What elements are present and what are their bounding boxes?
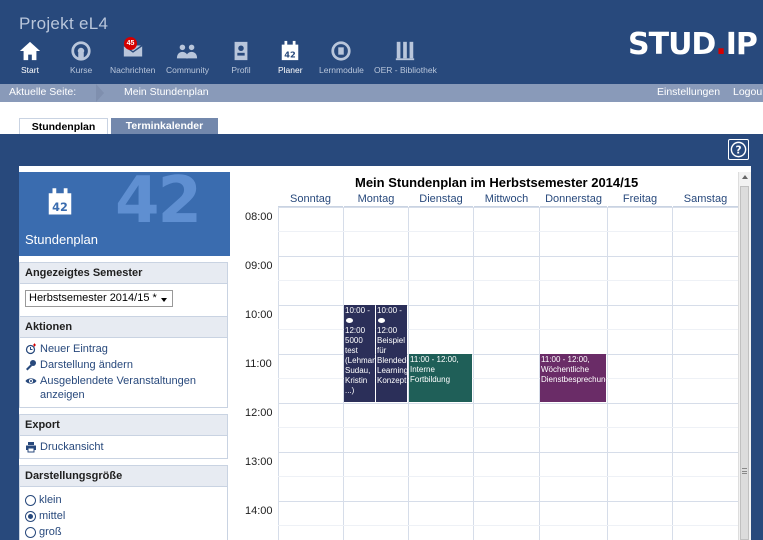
help-icon: ? xyxy=(730,141,747,158)
day-header-friday: Freitag xyxy=(608,192,672,207)
add-clock-icon xyxy=(25,343,36,355)
settings-link[interactable]: Einstellungen xyxy=(657,86,720,98)
print-view-link[interactable]: Druckansicht xyxy=(20,439,227,455)
logout-link[interactable]: Logou xyxy=(733,86,762,98)
day-header-thursday: Donnerstag xyxy=(540,192,607,207)
modules-icon xyxy=(331,41,352,61)
sidebar-header-number: 42 xyxy=(115,172,202,238)
grid-half-hour-line xyxy=(278,476,738,477)
chevron-down-icon xyxy=(161,298,167,302)
export-section: Export Druckansicht xyxy=(19,414,228,459)
size-radio-small[interactable]: klein xyxy=(20,492,227,508)
message-count-badge: 45 xyxy=(124,37,137,50)
svg-text:42: 42 xyxy=(285,49,297,59)
planner-icon: 42 xyxy=(48,188,72,215)
event-monday-test[interactable]: 10:00 - 12:00 5000 test (Lehmann, Sudau,… xyxy=(344,305,375,402)
day-header-tuesday: Dienstag xyxy=(409,192,473,207)
semester-section: Angezeigtes Semester Herbstsemester 2014… xyxy=(19,262,228,317)
help-button[interactable]: ? xyxy=(728,139,749,160)
change-display-link[interactable]: Darstellung ändern xyxy=(20,357,227,373)
scroll-up-icon[interactable] xyxy=(742,175,748,179)
grid-hour-line xyxy=(278,207,738,208)
grid-hour-line xyxy=(278,452,738,453)
hour-label: 10:00 xyxy=(245,309,273,321)
library-icon xyxy=(396,41,415,61)
print-icon xyxy=(26,442,36,453)
scrollbar-grip-icon xyxy=(742,468,747,474)
actions-section: Aktionen Neuer Eintrag Darstellung änder… xyxy=(19,316,228,408)
radio-checked-icon xyxy=(25,510,36,522)
export-section-title: Export xyxy=(20,415,227,436)
sidebar-title: Stundenplan xyxy=(25,232,99,247)
grid-hour-line xyxy=(278,256,738,257)
hour-label: 11:00 xyxy=(245,358,272,370)
profile-icon xyxy=(234,41,248,61)
semester-select[interactable]: Herbstsemester 2014/15 * xyxy=(25,290,173,307)
grid-half-hour-line xyxy=(278,280,738,281)
breadcrumb-separator xyxy=(96,84,104,102)
size-radio-large[interactable]: groß xyxy=(20,524,227,540)
day-header-monday: Montag xyxy=(344,192,408,207)
semester-section-title: Angezeigtes Semester xyxy=(20,263,227,284)
hour-label: 13:00 xyxy=(245,456,273,468)
hour-label: 12:00 xyxy=(245,407,273,419)
scrollbar-thumb[interactable] xyxy=(740,186,749,540)
eye-icon xyxy=(378,318,385,324)
hour-label: 08:00 xyxy=(245,211,273,223)
hour-label: 14:00 xyxy=(245,505,273,517)
wrench-icon xyxy=(26,360,36,371)
planner-icon: 42 xyxy=(282,40,299,61)
nav-planer[interactable]: 42 Planer xyxy=(278,40,303,75)
eye-icon xyxy=(346,318,353,324)
studip-logo[interactable]: STUD.IP xyxy=(628,27,758,62)
event-monday-blended-learning[interactable]: 10:00 - 12:00 Beispiel für Blended-Learn… xyxy=(376,305,407,402)
display-size-section: Darstellungsgröße klein mittel groß xyxy=(19,465,228,540)
new-entry-link[interactable]: Neuer Eintrag xyxy=(20,341,227,357)
radio-unchecked-icon xyxy=(25,494,36,506)
nav-oer-bibliothek[interactable]: OER - Bibliothek xyxy=(374,40,437,75)
grid-half-hour-line xyxy=(278,525,738,526)
event-tuesday-fortbildung[interactable]: 11:00 - 12:00, Interne Fortbildung xyxy=(409,354,472,402)
nav-community[interactable]: Community xyxy=(166,40,209,75)
top-header: Projekt eL4 Start Kurse 45 Nachrichten C… xyxy=(0,0,763,84)
courses-icon xyxy=(71,41,91,61)
day-header-saturday: Samstag xyxy=(673,192,738,207)
nav-profil[interactable]: Profil xyxy=(230,40,252,75)
breadcrumb-current: Mein Stundenplan xyxy=(124,86,209,98)
community-icon xyxy=(177,44,198,59)
sidebar: 42 42 Stundenplan Angezeigtes Semester H… xyxy=(19,172,230,540)
tab-stundenplan[interactable]: Stundenplan xyxy=(19,118,108,134)
nav-start[interactable]: Start xyxy=(19,40,41,75)
display-size-section-title: Darstellungsgröße xyxy=(20,466,227,487)
svg-text:42: 42 xyxy=(52,201,68,214)
sidebar-header: 42 42 Stundenplan xyxy=(19,172,230,256)
home-icon xyxy=(19,41,41,61)
grid-half-hour-line xyxy=(278,427,738,428)
grid-hour-line xyxy=(278,403,738,404)
radio-unchecked-icon xyxy=(25,526,36,538)
event-thursday-dienstbesprechung[interactable]: 11:00 - 12:00, Wöchentliche Dienstbespre… xyxy=(540,354,606,402)
svg-text:?: ? xyxy=(735,144,741,156)
show-hidden-courses-link[interactable]: Ausgeblendete Veranstaltungen anzeigen xyxy=(20,373,227,403)
nav-kurse[interactable]: Kurse xyxy=(70,40,92,75)
size-radio-medium[interactable]: mittel xyxy=(20,508,227,524)
app-title: Projekt eL4 xyxy=(19,14,109,33)
nav-lernmodule[interactable]: Lernmodule xyxy=(319,40,364,75)
calendar-title: Mein Stundenplan im Herbstsemester 2014/… xyxy=(355,175,639,190)
breadcrumb-bar: Aktuelle Seite: Mein Stundenplan Einstel… xyxy=(0,84,763,102)
hour-label: 09:00 xyxy=(245,260,273,272)
app-window: Projekt eL4 Start Kurse 45 Nachrichten C… xyxy=(0,0,763,540)
nav-nachrichten[interactable]: 45 Nachrichten xyxy=(110,37,155,75)
day-header-wednesday: Mittwoch xyxy=(474,192,539,207)
breadcrumb-label: Aktuelle Seite: xyxy=(9,86,77,98)
grid-half-hour-line xyxy=(278,231,738,232)
eye-icon xyxy=(25,378,37,384)
tab-terminkalender[interactable]: Terminkalender xyxy=(111,118,218,134)
actions-section-title: Aktionen xyxy=(20,317,227,338)
day-header-sunday: Sonntag xyxy=(278,192,343,207)
grid-hour-line xyxy=(278,501,738,502)
